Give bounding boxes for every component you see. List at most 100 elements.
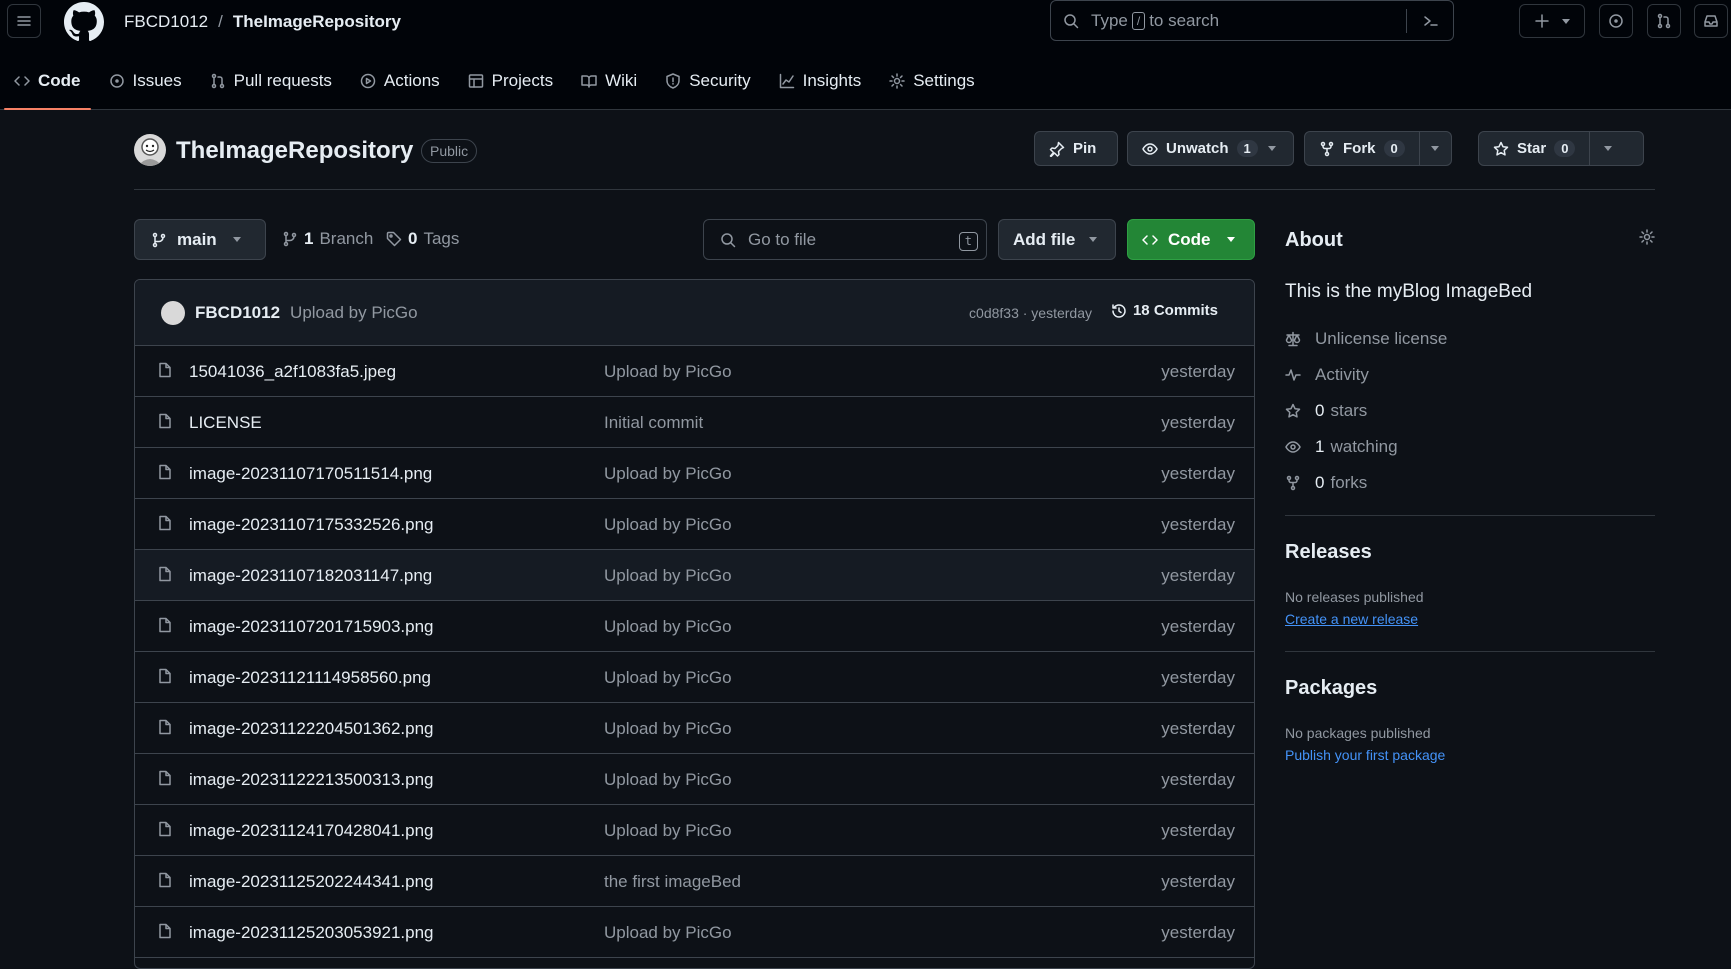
file-name[interactable]: image-20231107182031147.png	[189, 566, 432, 586]
breadcrumb-repo[interactable]: TheImageRepository	[233, 12, 401, 32]
file-row[interactable]: image-20231124170428041.png Upload by Pic…	[135, 805, 1254, 856]
breadcrumb-owner[interactable]: FBCD1012	[124, 12, 208, 32]
file-commit-message[interactable]: Upload by PicGo	[604, 362, 732, 382]
fork-label: Fork	[1343, 140, 1376, 157]
file-commit-date: yesterday	[1161, 566, 1235, 585]
commit-author[interactable]: FBCD1012	[195, 303, 280, 323]
file-row[interactable]: 15041036_a2f1083fa5.jpeg Upload by PicGo y…	[135, 346, 1254, 397]
chevron-down-icon	[1089, 237, 1098, 242]
file-name[interactable]: image-20231122204501362.png	[189, 719, 434, 739]
file-name[interactable]: LICENSE	[189, 413, 262, 433]
publish-package-link[interactable]: Publish your first package	[1285, 747, 1445, 763]
about-heading: About	[1285, 229, 1343, 251]
gear-icon[interactable]	[1639, 229, 1655, 245]
pull-requests-button[interactable]	[1647, 4, 1681, 38]
file-name[interactable]: 15041036_a2f1083fa5.jpeg	[189, 362, 396, 382]
tags-link[interactable]: 0 Tags	[386, 229, 459, 249]
file-commit-message[interactable]: Upload by PicGo	[604, 617, 732, 637]
file-row[interactable]: image-20231107201715903.png Upload by Pic…	[135, 601, 1254, 652]
tab-settings[interactable]: Settings	[875, 61, 988, 110]
file-commit-message[interactable]: Upload by PicGo	[604, 668, 732, 688]
stars-label: stars	[1330, 401, 1368, 420]
command-palette-icon[interactable]	[1423, 13, 1439, 29]
file-commit-message[interactable]: Upload by PicGo	[604, 719, 732, 739]
tab-insights[interactable]: Insights	[765, 61, 876, 110]
releases-empty-text: No releases published	[1285, 589, 1424, 605]
file-commit-message[interactable]: Initial commit	[604, 413, 703, 433]
tab-wiki[interactable]: Wiki	[567, 61, 651, 110]
create-new-button[interactable]	[1519, 4, 1585, 38]
file-row[interactable]: LICENSE Initial commit yesterday	[135, 397, 1254, 448]
tab-label: Settings	[913, 71, 975, 90]
owner-avatar[interactable]	[134, 134, 166, 166]
fork-button[interactable]: Fork 0	[1304, 131, 1452, 166]
visibility-badge: Public	[421, 139, 478, 163]
file-row[interactable]: image-20231107175332526.png Upload by Pic…	[135, 499, 1254, 550]
issues-button[interactable]	[1599, 4, 1633, 38]
tab-pull-requests[interactable]: Pull requests	[196, 61, 346, 110]
file-name[interactable]: image-20231107170511514.png	[189, 464, 432, 484]
menu-button[interactable]	[7, 4, 41, 38]
inbox-button[interactable]	[1694, 4, 1728, 38]
file-commit-message[interactable]: the first imageBed	[604, 872, 741, 892]
packages-heading[interactable]: Packages	[1285, 677, 1377, 700]
file-name[interactable]: image-20231121114958560.png	[189, 668, 431, 688]
file-row[interactable]: image-20231122213500313.png Upload by Pic…	[135, 754, 1254, 805]
commit-author-avatar[interactable]	[161, 300, 185, 325]
code-button-label: Code	[1168, 229, 1211, 249]
file-name[interactable]: image-20231107175332526.png	[189, 515, 434, 535]
file-row[interactable]: image-20231125203053921.png Upload by Pic…	[135, 907, 1254, 958]
file-name[interactable]: image-20231124170428041.png	[189, 821, 434, 841]
activity-link[interactable]: Activity	[1285, 365, 1369, 385]
file-commit-message[interactable]: Upload by PicGo	[604, 821, 732, 841]
file-name[interactable]: image-20231125202244341.png	[189, 872, 434, 892]
repo-nav-tabs: Code Issues Pull requests Actions Projec…	[0, 61, 989, 110]
fork-dropdown[interactable]	[1418, 132, 1451, 165]
file-name[interactable]: image-20231125203053921.png	[189, 923, 434, 943]
global-search-input[interactable]: Type / to search	[1050, 0, 1454, 41]
file-row[interactable]: image-20231125202244341.png the first ima…	[135, 856, 1254, 907]
pin-button[interactable]: Pin	[1034, 131, 1118, 166]
file-row[interactable]: image-20231107182031147.png Upload by Pic…	[135, 550, 1254, 601]
code-button[interactable]: Code	[1127, 219, 1255, 260]
file-name[interactable]: image-20231107201715903.png	[189, 617, 434, 637]
star-icon	[1493, 141, 1509, 156]
star-button[interactable]: Star 0	[1478, 131, 1644, 166]
file-commit-message[interactable]: Upload by PicGo	[604, 464, 732, 484]
create-release-link[interactable]: Create a new release	[1285, 611, 1418, 627]
github-logo-icon[interactable]	[64, 2, 104, 42]
file-commit-date: yesterday	[1161, 872, 1235, 891]
license-link[interactable]: Unlicense license	[1285, 329, 1447, 349]
star-dropdown[interactable]	[1589, 132, 1625, 165]
file-commit-message[interactable]: Upload by PicGo	[604, 515, 732, 535]
file-commit-message[interactable]: Upload by PicGo	[604, 566, 732, 586]
file-row[interactable]: image-20231121114958560.png Upload by Pic…	[135, 652, 1254, 703]
branch-selector[interactable]: main	[134, 219, 266, 260]
tab-code[interactable]: Code	[0, 61, 95, 110]
file-icon	[157, 719, 173, 735]
file-row[interactable]: image-20231107170511514.png Upload by Pic…	[135, 448, 1254, 499]
file-name[interactable]: image-20231122213500313.png	[189, 770, 434, 790]
repo-title[interactable]: TheImageRepository	[176, 137, 413, 165]
issue-icon	[109, 74, 124, 88]
star-icon	[1285, 403, 1301, 418]
commits-history-link[interactable]: 18 Commits	[1111, 302, 1218, 319]
tab-projects[interactable]: Projects	[454, 61, 567, 110]
forks-link[interactable]: 0 forks	[1285, 473, 1367, 493]
commit-message[interactable]: Upload by PicGo	[290, 303, 418, 323]
watching-link[interactable]: 1 watching	[1285, 437, 1398, 457]
releases-heading[interactable]: Releases	[1285, 541, 1372, 564]
go-to-file-input[interactable]: Go to file t	[703, 219, 987, 260]
file-commit-message[interactable]: Upload by PicGo	[604, 923, 732, 943]
unwatch-button[interactable]: Unwatch 1	[1127, 131, 1294, 166]
tab-security[interactable]: Security	[651, 61, 764, 110]
file-commit-message[interactable]: Upload by PicGo	[604, 770, 732, 790]
file-row[interactable]: image-20231122204501362.png Upload by Pic…	[135, 703, 1254, 754]
branches-link[interactable]: 1 Branch	[282, 229, 373, 249]
add-file-button[interactable]: Add file	[998, 219, 1116, 260]
commit-hash-time[interactable]: c0d8f33 · yesterday	[969, 305, 1092, 321]
tab-actions[interactable]: Actions	[346, 61, 454, 110]
tab-issues[interactable]: Issues	[95, 61, 196, 110]
fork-count: 0	[1383, 140, 1405, 157]
stars-link[interactable]: 0 stars	[1285, 401, 1367, 421]
